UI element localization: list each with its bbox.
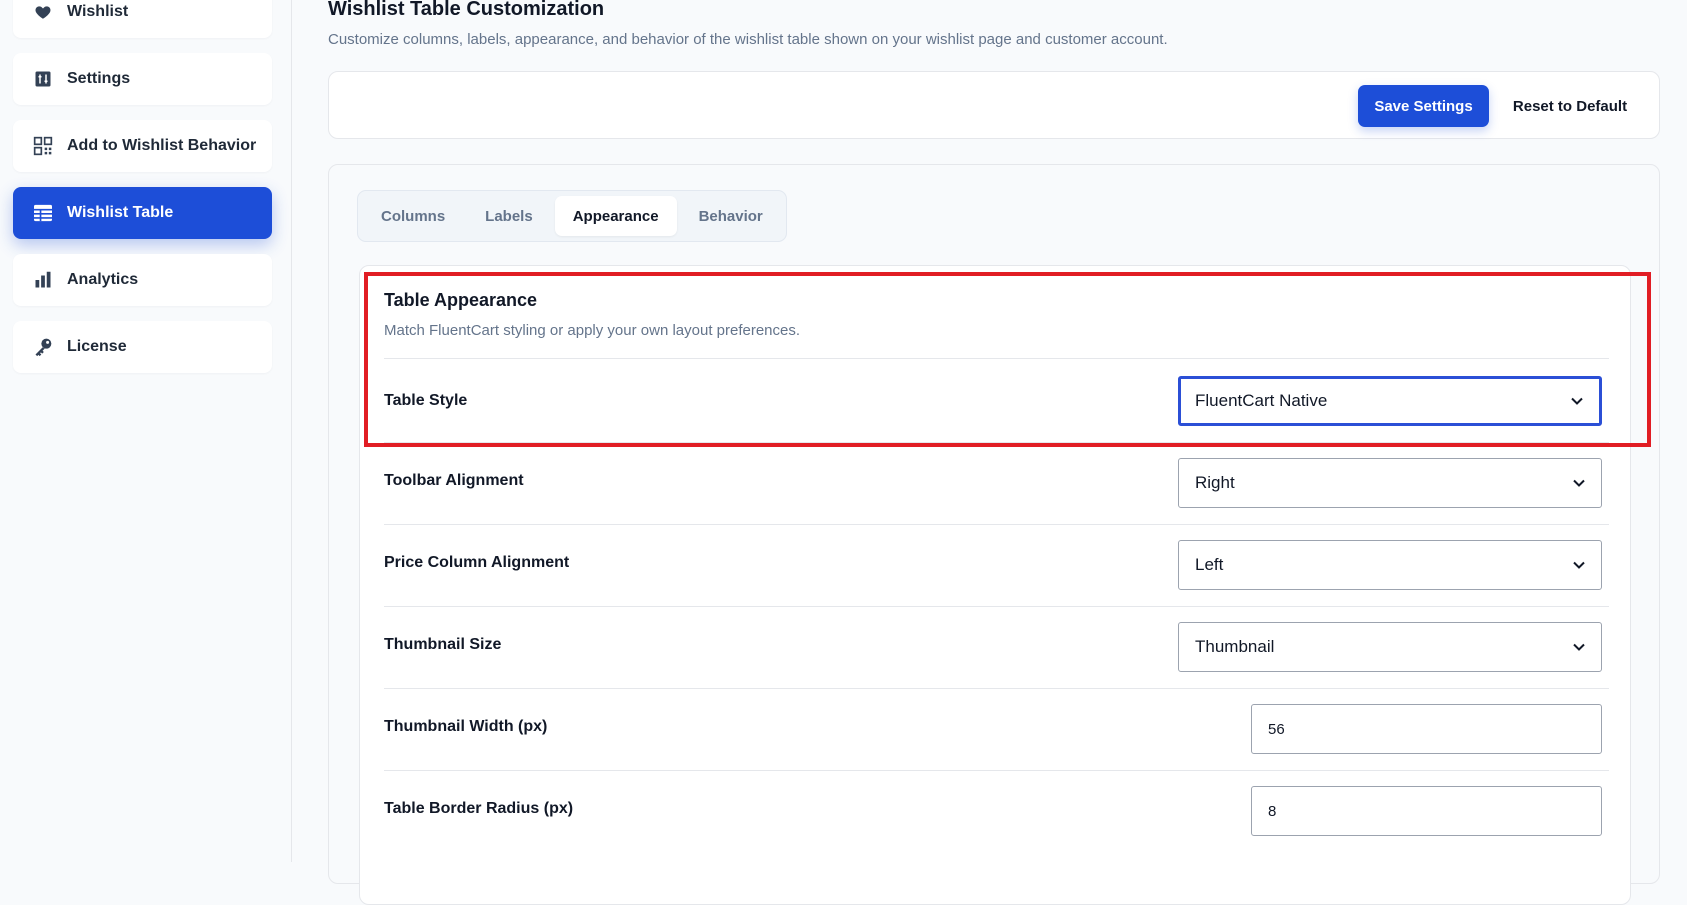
select-value: Thumbnail (1195, 637, 1275, 656)
sidebar-item-label: Analytics (67, 271, 139, 288)
sidebar-item-license[interactable]: License (13, 321, 272, 373)
table-appearance-card: Table Appearance Match FluentCart stylin… (359, 265, 1631, 905)
settings-panel: Columns Labels Appearance Behavior Table… (328, 164, 1660, 905)
divider (384, 358, 1609, 359)
toolbar-alignment-label: Toolbar Alignment (384, 472, 524, 489)
sidebar-item-wishlist-table[interactable]: Wishlist Table (13, 187, 272, 239)
sidebar-item-analytics[interactable]: Analytics (13, 254, 272, 306)
sidebar-item-label: Wishlist Table (67, 204, 174, 221)
table-icon (33, 203, 53, 223)
tab-appearance[interactable]: Appearance (554, 196, 677, 236)
table-style-label: Table Style (384, 392, 468, 409)
tab-bar: Columns Labels Appearance Behavior (357, 190, 787, 242)
sidebar: Wishlist Settings Add to Wishlist Behavi… (0, 0, 292, 862)
table-style-select[interactable]: FluentCart Native (1178, 376, 1602, 426)
sidebar-item-label: Settings (67, 70, 131, 87)
thumbnail-size-label: Thumbnail Size (384, 636, 502, 653)
chevron-down-icon (1571, 397, 1583, 405)
sidebar-item-wishlist[interactable]: Wishlist (13, 0, 272, 38)
tab-labels[interactable]: Labels (467, 196, 551, 236)
price-column-alignment-label: Price Column Alignment (384, 554, 570, 571)
thumbnail-width-label: Thumbnail Width (px) (384, 718, 548, 735)
table-border-radius-label: Table Border Radius (px) (384, 800, 574, 817)
main-content: Wishlist Table Customization Customize c… (292, 0, 1687, 905)
sidebar-item-label: Add to Wishlist Behavior (67, 137, 257, 154)
price-column-alignment-select[interactable]: Left (1178, 540, 1602, 590)
divider (384, 442, 1609, 443)
divider (384, 688, 1609, 689)
tab-behavior[interactable]: Behavior (681, 196, 781, 236)
save-settings-button[interactable]: Save Settings (1358, 85, 1489, 127)
sidebar-item-add-to-wishlist-behavior[interactable]: Add to Wishlist Behavior (13, 120, 272, 172)
toolbar-alignment-select[interactable]: Right (1178, 458, 1602, 508)
tab-columns[interactable]: Columns (363, 196, 463, 236)
thumbnail-size-select[interactable]: Thumbnail (1178, 622, 1602, 672)
card-subtitle: Match FluentCart styling or apply your o… (384, 322, 801, 339)
action-toolbar: Save Settings Reset to Default (328, 71, 1660, 139)
reset-to-default-button[interactable]: Reset to Default (1495, 85, 1645, 127)
page-description: Customize columns, labels, appearance, a… (328, 31, 1168, 48)
settings-icon (33, 69, 53, 89)
key-icon (33, 337, 53, 357)
select-value: Left (1195, 555, 1224, 574)
grid-icon (33, 136, 53, 156)
chevron-down-icon (1573, 643, 1585, 651)
select-value: Right (1195, 473, 1235, 492)
chevron-down-icon (1573, 479, 1585, 487)
card-title: Table Appearance (384, 290, 538, 310)
page-title: Wishlist Table Customization (328, 0, 605, 20)
divider (384, 524, 1609, 525)
divider (384, 770, 1609, 771)
bar-chart-icon (33, 270, 53, 290)
select-value: FluentCart Native (1195, 391, 1328, 410)
heart-icon (33, 2, 53, 22)
sidebar-item-label: Wishlist (67, 3, 129, 20)
sidebar-item-settings[interactable]: Settings (13, 53, 272, 105)
table-border-radius-input[interactable]: 8 (1251, 786, 1602, 836)
divider (384, 606, 1609, 607)
sidebar-item-label: License (67, 338, 127, 355)
thumbnail-width-input[interactable]: 56 (1251, 704, 1602, 754)
chevron-down-icon (1573, 561, 1585, 569)
